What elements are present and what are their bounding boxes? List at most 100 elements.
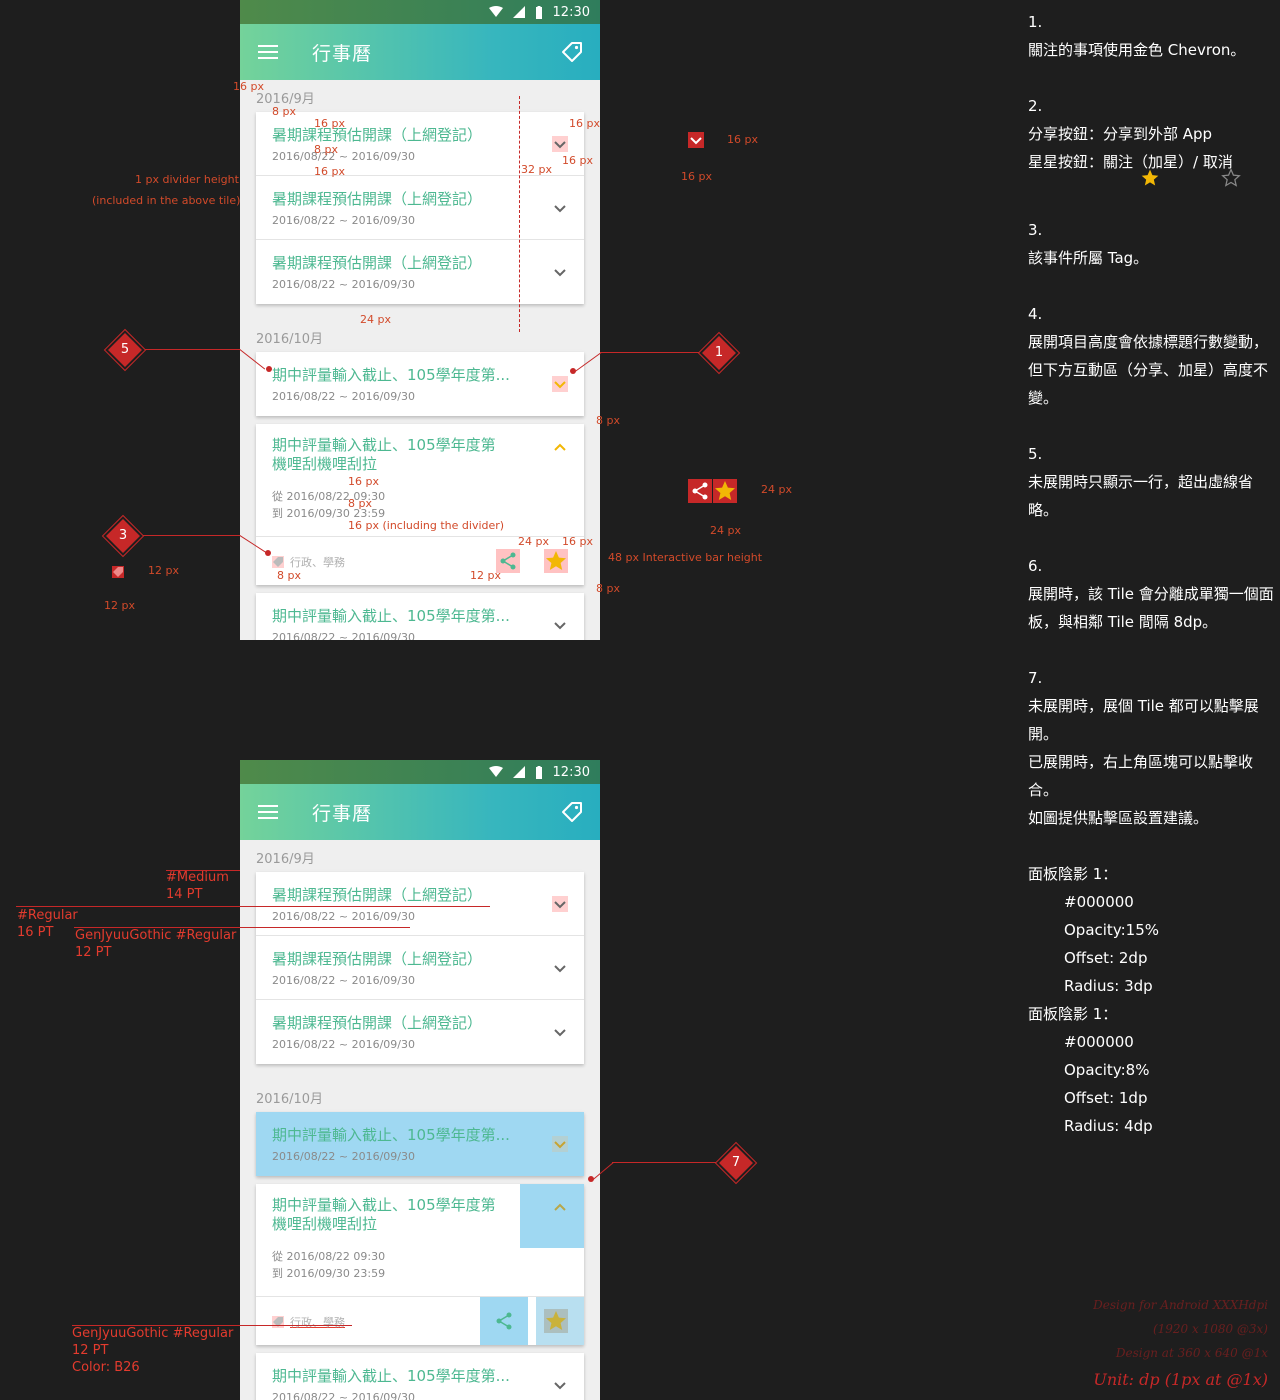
badge-number: 3 [118, 528, 128, 543]
event-tile[interactable]: 暑期課程預估開課（上網登記） 2016/08/22 ~ 2016/09/30 [256, 240, 584, 304]
event-tile[interactable]: 暑期課程預估開課（上網登記） 2016/08/22 ~ 2016/09/30 [256, 1000, 584, 1064]
anno-16px-right: 16 px [562, 154, 593, 167]
note-number: 3. [1028, 221, 1043, 239]
anno-divider-height: 1 px divider height [135, 173, 239, 186]
shadow-opacity: Opacity:15% [1064, 921, 1159, 939]
shadow-radius: Radius: 4dp [1064, 1117, 1153, 1135]
type-line-regular [16, 906, 490, 907]
signal-icon [512, 766, 525, 778]
status-time: 12:30 [552, 764, 590, 780]
event-tile[interactable]: 期中評量輸入截止、105學年度第... 2016/08/22 ~ 2016/09… [256, 593, 584, 640]
event-tags-text: 行政、學務 [290, 556, 345, 569]
star-icon[interactable] [544, 549, 568, 573]
anno-16px-bottom: 16 px [314, 165, 345, 178]
expanded-panel: 期中評量輸入截止、105學年度第 機哩刮機哩刮拉 從 2016/08/22 09… [256, 424, 584, 585]
callout-badge-3: 3 [106, 519, 140, 553]
event-tags-text: 行政、學務 [290, 1316, 345, 1329]
toolbar-title: 行事曆 [312, 802, 373, 825]
share-icon[interactable] [492, 1309, 516, 1333]
type-label-gothic-b: 12 PT [75, 945, 112, 960]
anno-24px-spec-h: 24 px [761, 483, 792, 496]
sep-panel: 暑期課程預估開課（上網登記） 2016/08/22 ~ 2016/09/30 暑… [256, 872, 584, 1064]
anno-16px-title: 16 px [314, 117, 345, 130]
event-date: 2016/08/22 ~ 2016/09/30 [272, 278, 416, 291]
callout-dot-3 [265, 550, 271, 556]
note-5: 5. 未展開時只顯示一行，超出虛線省略。 [1028, 440, 1278, 524]
menu-icon[interactable] [258, 45, 278, 59]
anno-8px-sep: 8 px [596, 414, 620, 427]
section-label-sep: 2016/9月 [256, 852, 315, 867]
anno-24px-icon: 24 px [518, 535, 549, 548]
callout-line-5 [140, 349, 240, 350]
status-bar: 12:30 [240, 0, 600, 24]
note-text: 展開項目高度會依據標題行數變動，但下方互動區（分享、加星）高度不變。 [1028, 333, 1269, 407]
interactive-bar: 行政、學務 [256, 1296, 584, 1345]
note-text: 關注的事項使用金色 Chevron。 [1028, 41, 1246, 59]
anno-24px-gap: 24 px [360, 313, 391, 326]
shadow-spec-2: 面板陰影 1： #000000 Opacity:8% Offset: 1dp R… [1028, 1000, 1278, 1140]
event-date: 2016/08/22 ~ 2016/09/30 [272, 631, 416, 640]
note-2: 2. 分享按鈕：分享到外部 App 星星按鈕：關注（加星）/ 取消 [1028, 92, 1278, 188]
chevron-down-icon[interactable] [552, 136, 568, 152]
type-label-medium-b: 14 PT [166, 887, 203, 902]
gold-chevron-down-icon[interactable] [552, 1136, 568, 1152]
note-text: 如圖提供點擊區設置建議。 [1028, 809, 1209, 827]
gold-chevron-up-icon[interactable] [552, 440, 568, 456]
anno-16px-exp: 16 px [348, 475, 379, 488]
star-outline-icon [1221, 168, 1241, 187]
badge-number: 1 [714, 345, 724, 360]
event-tile-tap-area[interactable]: 期中評量輸入截止、105學年度第... 2016/08/22 ~ 2016/09… [256, 1112, 584, 1176]
event-from: 從 2016/08/22 09:30 [272, 1250, 386, 1263]
event-tile[interactable]: 暑期課程預估開課（上網登記） 2016/08/22 ~ 2016/09/30 [256, 176, 584, 240]
anno-16px-icon: 16 px [562, 535, 593, 548]
tag-icon[interactable] [560, 40, 584, 64]
callout-dot-5 [266, 366, 272, 372]
chevron-down-icon[interactable] [552, 1024, 568, 1040]
event-title: 暑期課程預估開課（上網登記） [272, 126, 483, 144]
collapse-tap-area[interactable] [520, 1184, 584, 1248]
gold-chevron-up-icon[interactable] [552, 1200, 568, 1216]
callout-badge-1: 1 [702, 336, 736, 370]
callout-badge-7: 7 [719, 1146, 753, 1180]
chevron-down-icon[interactable] [552, 960, 568, 976]
gold-chevron-down-icon[interactable] [552, 376, 568, 392]
event-date: 2016/08/22 ~ 2016/09/30 [272, 150, 416, 163]
event-tile[interactable]: 暑期課程預估開課（上網登記） 2016/08/22 ~ 2016/09/30 [256, 936, 584, 1000]
shadow-offset: Offset: 2dp [1064, 949, 1148, 967]
event-to: 到 2016/09/30 23:59 [272, 1267, 386, 1280]
chevron-down-icon[interactable] [552, 896, 568, 912]
type-label-gothic-a: GenJyuuGothic #Regular [75, 928, 237, 943]
app-toolbar: 行事曆 [240, 784, 600, 840]
event-title: 暑期課程預估開課（上網登記） [272, 190, 483, 208]
type-label-medium-a: #Medium [166, 870, 229, 885]
tag-icon[interactable] [560, 800, 584, 824]
event-tags: 行政、學務 [272, 554, 345, 570]
note-number: 2. [1028, 97, 1043, 115]
anno-32px: 32 px [521, 163, 552, 176]
footer-line-3: Design at 360 x 640 @1x [1115, 1346, 1268, 1360]
type-label-gothicc-a: GenJyuuGothic #Regular [72, 1326, 234, 1341]
event-tile[interactable]: 期中評量輸入截止、105學年度第... 2016/08/22 ~ 2016/09… [256, 1353, 584, 1400]
chevron-down-icon[interactable] [552, 200, 568, 216]
expanded-header: 期中評量輸入截止、105學年度第 機哩刮機哩刮拉 從 2016/08/22 09… [256, 424, 584, 522]
footer-line-1: Design for Android XXXHdpi [1093, 1298, 1268, 1312]
chevron-down-icon[interactable] [552, 264, 568, 280]
callout-line-1 [600, 352, 706, 353]
chevron-down-icon[interactable] [552, 1377, 568, 1393]
star-icon[interactable] [544, 1309, 568, 1333]
event-tile-starred[interactable]: 期中評量輸入截止、105學年度第... 2016/08/22 ~ 2016/09… [256, 352, 584, 416]
shadow-offset: Offset: 1dp [1064, 1089, 1148, 1107]
type-label-gothicc-b: 12 PT [72, 1343, 109, 1358]
anno-interactive-bar: 48 px Interactive bar height [608, 551, 763, 564]
note-text: 分享按鈕：分享到外部 App [1028, 125, 1213, 143]
event-title: 期中評量輸入截止、105學年度第... [272, 1367, 510, 1385]
expanded-header: 期中評量輸入截止、105學年度第 機哩刮機哩刮拉 從 2016/08/22 09… [256, 1184, 584, 1282]
expanded-title-line1: 期中評量輸入截止、105學年度第 [272, 436, 496, 454]
callout-badge-5: 5 [108, 333, 142, 367]
type-label-regular-a: #Regular [17, 908, 78, 923]
menu-icon[interactable] [258, 805, 278, 819]
anno-8px-top: 8 px [272, 105, 296, 118]
note-3: 3. 該事件所屬 Tag。 [1028, 216, 1278, 272]
chevron-down-icon[interactable] [552, 617, 568, 633]
shadow-radius: Radius: 3dp [1064, 977, 1153, 995]
